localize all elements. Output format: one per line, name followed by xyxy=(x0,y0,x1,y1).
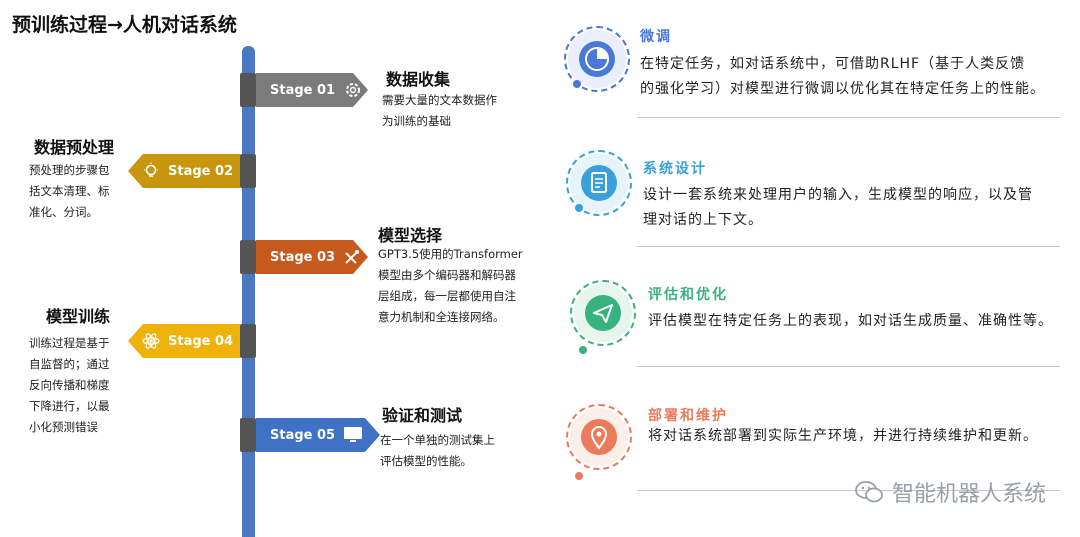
stage-04-heading: 模型训练 xyxy=(46,307,111,326)
deploy-circle xyxy=(570,408,628,466)
stage-02-desc: 预处理的步骤包 括文本清理、标 准化、分词。 xyxy=(29,163,110,219)
page-title: 预训练过程→人机对话系统 xyxy=(12,14,237,36)
evaluate-text: 评估模型在特定任务上的表现，如对话生成质量、准确性等。 xyxy=(648,313,1053,329)
location-icon xyxy=(581,419,617,455)
deploy-dot xyxy=(575,472,583,480)
stage-02-clip xyxy=(240,154,256,188)
stage-01-desc: 需要大量的文本数据作 为训练的基础 xyxy=(382,93,497,128)
deploy-text: 将对话系统部署到实际生产环境，并进行持续维护和更新。 xyxy=(648,428,1038,444)
stage-02-heading: 数据预处理 xyxy=(34,138,115,157)
stage-05-clip xyxy=(240,418,256,452)
finetune-dot xyxy=(573,80,581,88)
separator xyxy=(637,117,1060,118)
stage-02-label: Stage 02 xyxy=(168,163,234,179)
gear-icon xyxy=(346,83,361,97)
stage-03-label: Stage 03 xyxy=(270,249,336,265)
stage-03-desc: GPT3.5使用的Transformer 模型由多个编码器和解码器 层组成，每一层都… xyxy=(378,247,523,324)
system-design-text: 设计一套系统来处理用户的输入，生成模型的响应，以及管 理对话的上下文。 xyxy=(643,187,1033,228)
system-design-title: 系统设计 xyxy=(643,161,707,177)
stage-04-desc: 训练过程是基于 自监督的；通过 反向传播和梯度 下降进行，以最 小化预测错误 xyxy=(29,336,110,434)
stage-05-desc: 在一个单独的测试集上 评估模型的性能。 xyxy=(380,433,495,468)
satellite-icon xyxy=(345,250,360,264)
stage-03-sign: Stage 03 xyxy=(256,240,368,274)
watermark: 智能机器人系统 xyxy=(854,476,1046,508)
atom-icon xyxy=(142,333,160,349)
system-design-dot xyxy=(575,204,583,212)
stage-05-heading: 验证和测试 xyxy=(382,406,463,425)
stage-02-sign: Stage 02 xyxy=(128,154,240,188)
stage-01-heading: 数据收集 xyxy=(386,70,451,89)
monitor-icon xyxy=(344,427,363,442)
stage-05-label: Stage 05 xyxy=(270,427,336,443)
stage-04-clip xyxy=(240,324,256,358)
signpost-pole xyxy=(242,46,255,537)
stage-01-clip xyxy=(240,73,256,107)
stage-03-clip xyxy=(240,240,256,274)
evaluate-title: 评估和优化 xyxy=(648,287,728,303)
evaluate-circle xyxy=(574,284,632,342)
stage-01-sign: Stage 01 xyxy=(256,73,368,107)
stage-05-sign: Stage 05 xyxy=(256,418,380,452)
finetune-text: 在特定任务，如对话系统中，可借助RLHF（基于人类反馈 的强化学习）对模型进行微调… xyxy=(640,56,1045,97)
stage-01-label: Stage 01 xyxy=(270,82,336,98)
deploy-title: 部署和维护 xyxy=(648,408,728,424)
separator xyxy=(637,246,1060,247)
lightbulb-icon xyxy=(144,162,158,177)
evaluate-dot xyxy=(579,346,587,354)
wechat-icon xyxy=(855,481,883,503)
stage-03-heading: 模型选择 xyxy=(378,226,443,245)
watermark-text: 智能机器人系统 xyxy=(891,482,1046,507)
separator xyxy=(637,366,1060,367)
finetune-title: 微调 xyxy=(640,29,672,45)
stage-04-label: Stage 04 xyxy=(168,333,234,349)
send-icon xyxy=(585,295,621,331)
stage-04-sign: Stage 04 xyxy=(128,324,240,358)
